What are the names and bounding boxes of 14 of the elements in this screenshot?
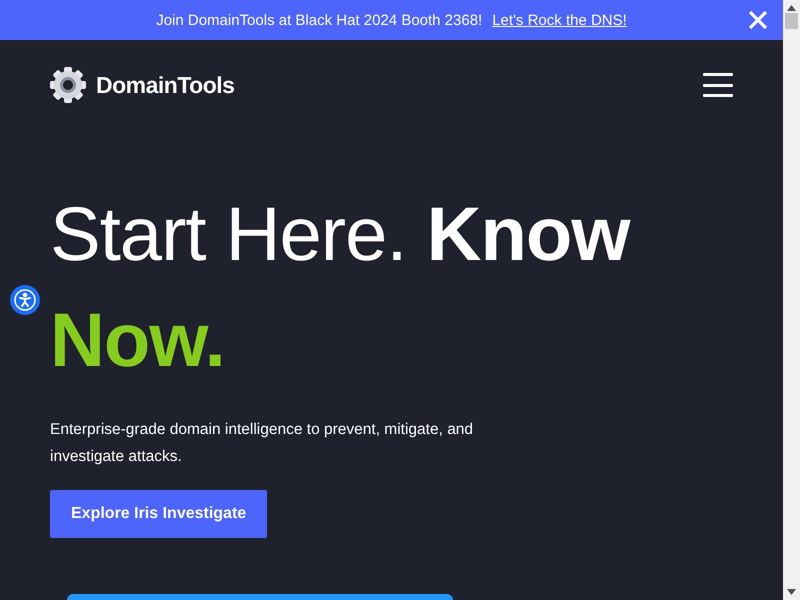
hero-description: Enterprise-grade domain intelligence to prevent, mitigate, and investigate attacks. — [50, 420, 474, 467]
hero-headline: Start Here. Know Now. — [50, 191, 632, 385]
announcement-text: Join DomainTools at Black Hat 2024 Booth 2368! — [156, 12, 482, 28]
scroll-up-icon[interactable] — [787, 5, 796, 11]
close-button[interactable] — [747, 9, 769, 31]
accessibility-button[interactable] — [10, 285, 40, 315]
scrollbar-thumb[interactable] — [785, 13, 798, 29]
announcement-link[interactable]: Let's Rock the DNS! — [492, 12, 627, 28]
cta-button[interactable]: Explore Iris Investigate — [50, 490, 268, 538]
menu-button[interactable] — [703, 73, 733, 97]
scrollbar[interactable] — [783, 0, 800, 600]
scroll-down-icon[interactable] — [787, 589, 796, 595]
gear-icon — [50, 67, 86, 103]
brand-logo[interactable]: DomainTools — [50, 67, 234, 103]
